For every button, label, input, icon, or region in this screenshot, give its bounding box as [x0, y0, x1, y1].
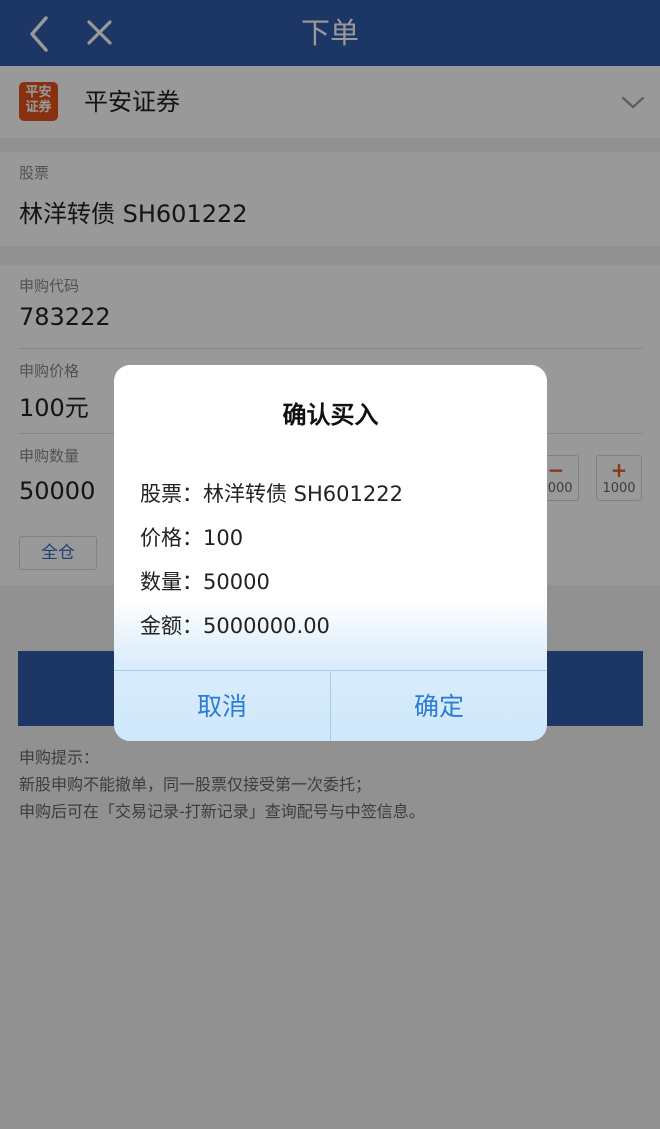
dialog-actions: 取消 确定	[114, 670, 547, 741]
cancel-button[interactable]: 取消	[114, 671, 330, 741]
dialog-qty-row: 数量：50000	[140, 570, 270, 594]
confirm-dialog: 确认买入 股票：林洋转债 SH601222 价格：100 数量：50000 金额…	[114, 365, 547, 741]
dialog-amount-row: 金额：5000000.00	[140, 614, 330, 638]
confirm-button[interactable]: 确定	[331, 671, 547, 741]
dialog-title: 确认买入	[282, 401, 379, 429]
dialog-price-row: 价格：100	[140, 526, 244, 550]
dialog-stock-row: 股票：林洋转债 SH601222	[140, 482, 403, 506]
